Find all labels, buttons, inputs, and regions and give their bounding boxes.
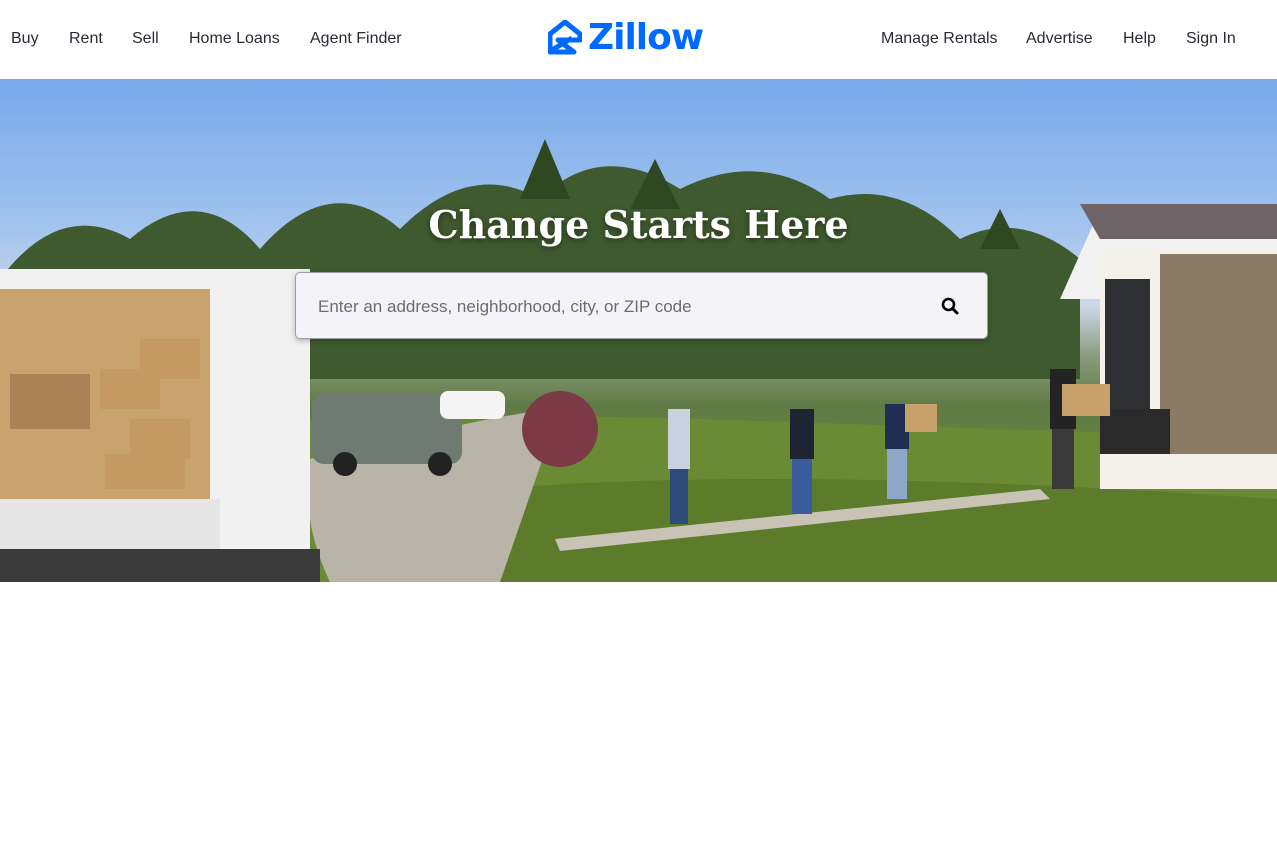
nav-agent-finder-link[interactable]: Agent Finder [310, 28, 402, 50]
nav-home-loans-link[interactable]: Home Loans [189, 28, 280, 50]
nav-sell-link[interactable]: Sell [132, 28, 159, 50]
nav-advertise-link[interactable]: Advertise [1026, 28, 1093, 50]
nav-buy-link[interactable]: Buy [11, 28, 39, 50]
zillow-logo[interactable]: Zillow [548, 18, 708, 58]
search-icon [941, 297, 959, 315]
search-box [295, 272, 988, 340]
nav-help-link[interactable]: Help [1123, 28, 1156, 50]
search-button[interactable] [937, 293, 963, 319]
hero-banner: Change Starts Here [0, 79, 1277, 582]
hero-title: Change Starts Here [428, 202, 849, 247]
nav-sign-in-link[interactable]: Sign In [1186, 28, 1236, 50]
search-input[interactable] [316, 273, 920, 340]
nav-rent-link[interactable]: Rent [69, 28, 103, 50]
top-navigation: Buy Rent Sell Home Loans Agent Finder Zi… [0, 0, 1277, 79]
zillow-house-icon [548, 20, 582, 55]
nav-manage-rentals-link[interactable]: Manage Rentals [881, 28, 998, 50]
logo-wordmark: Zillow [588, 17, 704, 58]
